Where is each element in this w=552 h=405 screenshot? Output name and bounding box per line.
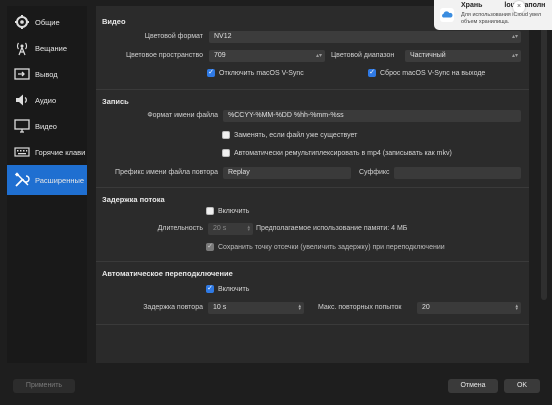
- checkmark-icon: ✓: [207, 69, 215, 77]
- suffix-input[interactable]: [394, 167, 521, 179]
- reset-vsync-checkbox[interactable]: ✓ Сброс macOS V-Sync на выходе: [368, 69, 485, 77]
- filename-format-input[interactable]: %CCYY-%MM-%DD %hh-%mm-%ss: [223, 110, 521, 122]
- section-title: Автоматическое переподключение: [102, 269, 233, 278]
- sidebar-item-video[interactable]: Видео: [7, 113, 87, 139]
- output-icon: [14, 68, 30, 80]
- sidebar-item-label: Вывод: [35, 69, 58, 79]
- notification-body-line: Для использования iCloud увел: [461, 12, 542, 18]
- recording-section: Запись Формат имени файла %CCYY-%MM-%DD …: [96, 90, 529, 188]
- retry-delay-label: Задержка повтора: [143, 304, 203, 311]
- checkbox-box: [222, 149, 230, 157]
- chevron-updown-icon: ▴▾: [511, 53, 518, 59]
- color-space-value: 709: [214, 52, 226, 59]
- retry-delay-spinbox[interactable]: 10 s ▴ ▾: [208, 302, 304, 314]
- section-title: Запись: [102, 97, 129, 106]
- sidebar-item-label: Горячие клави: [35, 147, 86, 157]
- chevron-updown-icon: ▴▾: [315, 53, 322, 59]
- duration-label: Длительность: [157, 225, 203, 232]
- sidebar-item-general[interactable]: Общие: [7, 9, 87, 35]
- checkbox-box: [206, 207, 214, 215]
- apply-button[interactable]: Применить: [13, 379, 75, 393]
- overwrite-checkbox[interactable]: Заменять, если файл уже существует: [222, 131, 357, 139]
- next-section-placeholder: [96, 325, 529, 363]
- settings-sidebar: Общие Вещание Вывод Аудио Видео Горячие …: [7, 6, 87, 363]
- suffix-label: Суффикс: [359, 169, 390, 176]
- disable-vsync-checkbox[interactable]: ✓ Отключить macOS V-Sync: [207, 69, 304, 77]
- content-scrollbar[interactable]: [541, 20, 547, 300]
- chevron-updown-icon: ▴▾: [511, 34, 518, 40]
- notification-title: Хрань loud заполн: [461, 2, 545, 9]
- sidebar-item-label: Расширенные: [35, 175, 85, 185]
- icloud-icon: [440, 8, 454, 22]
- cancel-button[interactable]: Отмена: [448, 379, 498, 393]
- auto-remux-label: Автоматически ремультиплексировать в mp4…: [234, 149, 452, 157]
- stream-delay-enable-label: Включить: [218, 207, 250, 215]
- gear-icon: [15, 15, 29, 29]
- broadcast-icon: [16, 42, 28, 56]
- tools-icon: [14, 172, 30, 187]
- stepper-icon: ▴ ▾: [247, 224, 250, 233]
- max-retries-spinbox[interactable]: 20 ▴ ▾: [417, 302, 521, 314]
- auto-reconnect-enable-label: Включить: [218, 285, 250, 293]
- sidebar-item-label: Аудио: [35, 95, 57, 105]
- preserve-cutoff-checkbox[interactable]: ✓ Сохранить точку отсечки (увеличить зад…: [206, 243, 445, 251]
- section-title: Задержка потока: [102, 195, 165, 204]
- checkmark-icon: ✓: [368, 69, 376, 77]
- max-retries-label: Макс. повторных попыток: [318, 304, 402, 311]
- color-space-label: Цветовое пространство: [125, 52, 203, 59]
- reset-vsync-label: Сброс macOS V-Sync на выходе: [380, 69, 486, 77]
- stepper-icon: ▴ ▾: [298, 303, 301, 312]
- ok-button[interactable]: OK: [504, 379, 540, 393]
- close-icon[interactable]: ×: [513, 1, 525, 13]
- duration-spinbox[interactable]: 20 s ▴ ▾: [208, 223, 253, 235]
- stream-delay-enable-checkbox[interactable]: Включить: [206, 207, 249, 215]
- color-format-value: NV12: [214, 33, 232, 40]
- overwrite-label: Заменять, если файл уже существует: [234, 131, 358, 139]
- settings-content: Видео Цветовой формат NV12 ▴▾ Цветовое п…: [96, 6, 529, 363]
- checkmark-icon: ✓: [206, 285, 214, 293]
- monitor-icon: [14, 119, 30, 133]
- sidebar-item-advanced[interactable]: Расширенные: [7, 165, 87, 195]
- max-retries-value: 20: [422, 304, 430, 311]
- sidebar-item-output[interactable]: Вывод: [7, 61, 87, 87]
- color-range-label: Цветовой диапазон: [331, 52, 395, 59]
- replay-prefix-label: Префикс имени файла повтора: [115, 169, 218, 176]
- checkmark-icon: ✓: [206, 243, 214, 251]
- retry-delay-value: 10 s: [213, 304, 227, 311]
- auto-remux-checkbox[interactable]: Автоматически ремультиплексировать в mp4…: [222, 149, 452, 157]
- section-title: Видео: [102, 17, 126, 26]
- replay-prefix-input[interactable]: Replay: [223, 167, 351, 179]
- sidebar-item-hotkeys[interactable]: Горячие клави: [7, 139, 87, 165]
- color-format-select[interactable]: NV12 ▴▾: [209, 31, 521, 43]
- notification-title-left: Хрань: [461, 2, 483, 9]
- auto-reconnect-section: Автоматическое переподключение ✓ Включит…: [96, 262, 529, 325]
- stepper-icon: ▴ ▾: [515, 303, 518, 312]
- icloud-notification[interactable]: Хрань loud заполн Для использования iClou…: [434, 0, 552, 30]
- speaker-icon: [16, 94, 27, 106]
- checkbox-box: [222, 131, 230, 139]
- disable-vsync-label: Отключить macOS V-Sync: [219, 69, 304, 77]
- color-format-label: Цветовой формат: [144, 33, 203, 40]
- duration-value: 20 s: [213, 225, 227, 232]
- keyboard-icon: [14, 147, 30, 157]
- filename-format-label: Формат имени файла: [147, 112, 218, 119]
- stream-delay-section: Задержка потока Включить Длительность 20…: [96, 188, 529, 262]
- sidebar-item-stream[interactable]: Вещание: [7, 35, 87, 61]
- sidebar-item-label: Вещание: [35, 43, 68, 53]
- sidebar-item-label: Видео: [35, 121, 57, 131]
- notification-body-line: объем хранилища.: [461, 19, 510, 25]
- auto-reconnect-enable-checkbox[interactable]: ✓ Включить: [206, 285, 249, 293]
- memory-estimate: Предполагаемое использование памяти: 4 М…: [256, 225, 408, 232]
- sidebar-item-label: Общие: [35, 17, 60, 27]
- color-space-select[interactable]: 709 ▴▾: [209, 50, 325, 62]
- preserve-cutoff-label: Сохранить точку отсечки (увеличить задер…: [218, 243, 445, 251]
- color-range-select[interactable]: Частичный ▴▾: [405, 50, 521, 62]
- color-range-value: Частичный: [410, 52, 446, 59]
- notification-body: Для использования iCloud увел объем хран…: [461, 12, 541, 26]
- sidebar-item-audio[interactable]: Аудио: [7, 87, 87, 113]
